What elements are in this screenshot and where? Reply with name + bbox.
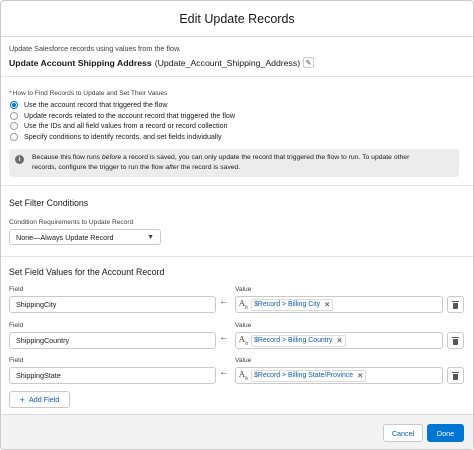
resource-pill[interactable]: $Record > Billing State/Province ✕ bbox=[251, 369, 367, 382]
value-label: Value bbox=[235, 286, 252, 293]
condition-requirements-value: None—Always Update Record bbox=[16, 232, 114, 242]
radio-button[interactable] bbox=[10, 111, 18, 120]
resource-pill-label: $Record > Billing Country bbox=[254, 337, 333, 344]
info-text: Because this flow runs before a record i… bbox=[32, 153, 409, 173]
modal-title: Edit Update Records bbox=[179, 11, 295, 26]
modal-footer: Cancel Done bbox=[1, 414, 473, 449]
info-message: i Because this flow runs before a record… bbox=[9, 149, 459, 177]
radio-option-triggering-record[interactable]: Use the account record that triggered th… bbox=[10, 100, 235, 111]
info-text-part: Because this flow runs bbox=[32, 154, 102, 161]
resource-pill-label: $Record > Billing City bbox=[254, 301, 321, 308]
add-field-button[interactable]: + Add Field bbox=[9, 391, 70, 408]
field-label: Field bbox=[9, 322, 24, 329]
delete-row-button[interactable] bbox=[447, 367, 464, 384]
value-label: Value bbox=[235, 357, 252, 364]
info-text-part: records, configure the trigger to run th… bbox=[32, 164, 166, 171]
element-label: Update Account Shipping Address bbox=[9, 57, 152, 68]
info-text-part: a record is saved, you can only update t… bbox=[121, 154, 410, 161]
info-icon: i bbox=[15, 155, 24, 164]
radio-option-ids-and-values[interactable]: Use the IDs and all field values from a … bbox=[10, 121, 235, 132]
trash-icon bbox=[452, 336, 459, 345]
close-icon[interactable]: ✕ bbox=[324, 300, 330, 309]
field-input-shipping-country[interactable]: ShippingCountry bbox=[9, 332, 216, 349]
modal-header: Edit Update Records bbox=[1, 1, 473, 37]
radio-label: Update records related to the account re… bbox=[24, 111, 235, 120]
divider bbox=[1, 256, 473, 257]
condition-requirements-select[interactable]: None—Always Update Record ▼ bbox=[9, 229, 161, 245]
trash-icon bbox=[452, 371, 459, 380]
radio-label: Specify conditions to identify records, … bbox=[24, 132, 222, 141]
pencil-icon[interactable]: ✎ bbox=[303, 57, 315, 68]
value-input-shipping-state[interactable]: Aa $Record > Billing State/Province ✕ bbox=[235, 367, 443, 384]
how-to-find-label-text: How to Find Records to Update and Set Th… bbox=[12, 90, 168, 97]
resource-pill[interactable]: $Record > Billing City ✕ bbox=[251, 298, 334, 311]
radio-button[interactable] bbox=[10, 101, 18, 110]
delete-row-button[interactable] bbox=[447, 332, 464, 349]
cancel-button[interactable]: Cancel bbox=[383, 424, 423, 442]
required-mark: * bbox=[9, 90, 12, 97]
field-input-value: ShippingCountry bbox=[16, 336, 70, 345]
info-text-part: the record is saved. bbox=[178, 164, 241, 171]
field-values-section-title: Set Field Values for the Account Record bbox=[9, 267, 165, 277]
field-input-shipping-state[interactable]: ShippingState bbox=[9, 367, 216, 384]
radio-option-related-records[interactable]: Update records related to the account re… bbox=[10, 111, 235, 122]
add-field-label: Add Field bbox=[28, 395, 60, 404]
text-resource-icon: Aa bbox=[239, 298, 249, 311]
edit-update-records-modal: Edit Update Records Update Salesforce re… bbox=[0, 0, 474, 450]
value-input-shipping-country[interactable]: Aa $Record > Billing Country ✕ bbox=[235, 332, 443, 349]
field-label: Field bbox=[9, 286, 24, 293]
value-label: Value bbox=[235, 322, 252, 329]
radio-option-specify-conditions[interactable]: Specify conditions to identify records, … bbox=[10, 132, 235, 143]
resource-pill-label: $Record > Billing State/Province bbox=[254, 372, 354, 379]
plus-icon: + bbox=[19, 394, 25, 405]
close-icon[interactable]: ✕ bbox=[357, 371, 363, 380]
left-arrow-icon: ← bbox=[219, 367, 229, 378]
text-resource-icon: Aa bbox=[239, 334, 249, 347]
info-text-emphasis: before bbox=[101, 154, 122, 161]
done-button[interactable]: Done bbox=[427, 424, 464, 442]
filter-section-title: Set Filter Conditions bbox=[9, 198, 89, 208]
element-api-name: (Update_Account_Shipping_Address) bbox=[154, 57, 301, 68]
left-arrow-icon: ← bbox=[219, 332, 229, 343]
radio-label: Use the account record that triggered th… bbox=[24, 101, 168, 110]
radio-button[interactable] bbox=[10, 132, 18, 141]
divider bbox=[1, 76, 473, 77]
info-text-emphasis: after bbox=[165, 164, 179, 171]
delete-row-button[interactable] bbox=[447, 296, 464, 313]
trash-icon bbox=[452, 300, 459, 309]
field-input-value: ShippingCity bbox=[16, 300, 57, 309]
chevron-down-icon: ▼ bbox=[147, 234, 154, 241]
how-to-find-label: *How to Find Records to Update and Set T… bbox=[9, 90, 167, 97]
element-name: Update Account Shipping Address (Update_… bbox=[9, 57, 315, 68]
how-to-find-radio-group: Use the account record that triggered th… bbox=[10, 100, 235, 142]
left-arrow-icon: ← bbox=[219, 296, 229, 307]
modal-body[interactable]: Update Salesforce records using values f… bbox=[1, 38, 473, 414]
scrollbar[interactable] bbox=[467, 38, 473, 414]
value-input-shipping-city[interactable]: Aa $Record > Billing City ✕ bbox=[235, 296, 443, 313]
field-input-value: ShippingState bbox=[16, 371, 61, 380]
resource-pill[interactable]: $Record > Billing Country ✕ bbox=[251, 334, 346, 347]
intro-text: Update Salesforce records using values f… bbox=[9, 44, 181, 53]
field-label: Field bbox=[9, 357, 24, 364]
radio-button[interactable] bbox=[10, 122, 18, 131]
radio-label: Use the IDs and all field values from a … bbox=[24, 122, 228, 131]
condition-requirements-label: Condition Requirements to Update Record bbox=[9, 219, 134, 226]
text-resource-icon: Aa bbox=[239, 369, 249, 382]
field-input-shipping-city[interactable]: ShippingCity bbox=[9, 296, 216, 313]
close-icon[interactable]: ✕ bbox=[336, 336, 342, 345]
divider bbox=[1, 185, 473, 186]
